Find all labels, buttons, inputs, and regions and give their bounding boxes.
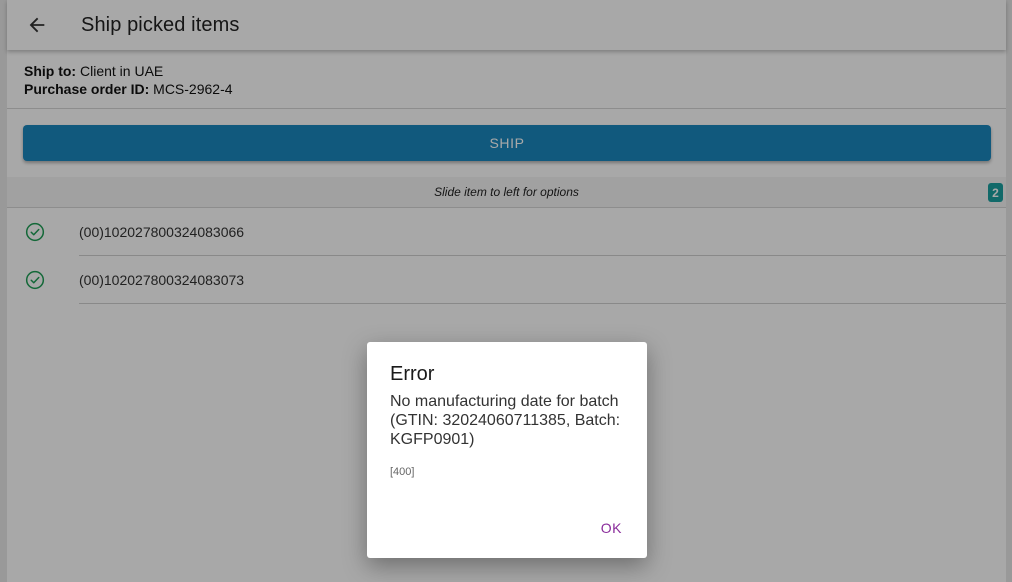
- dialog-message: No manufacturing date for batch (GTIN: 3…: [390, 393, 621, 448]
- dialog-title: Error: [390, 363, 435, 385]
- ok-button[interactable]: OK: [599, 516, 624, 540]
- error-dialog: Error No manufacturing date for batch (G…: [367, 342, 647, 558]
- error-code: [400]: [390, 466, 415, 478]
